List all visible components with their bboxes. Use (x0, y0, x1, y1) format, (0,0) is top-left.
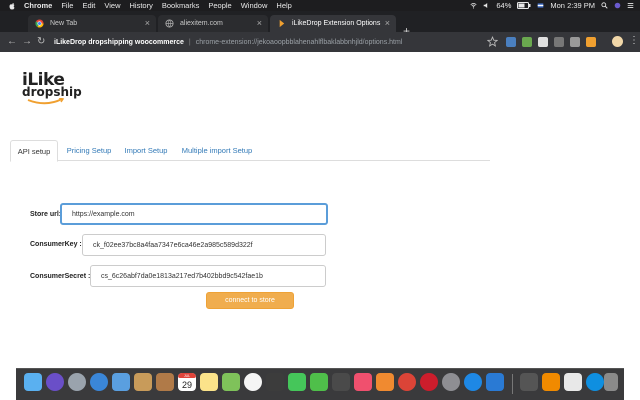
close-icon[interactable]: × (257, 18, 262, 28)
reload-icon[interactable]: ↻ (37, 36, 45, 48)
close-icon[interactable]: × (385, 18, 390, 28)
logo-word-dropship: dropship (22, 85, 82, 99)
tab-title: iLikeDrop Extension Options (292, 20, 381, 27)
menu-help[interactable]: Help (276, 1, 291, 10)
menu-app-name[interactable]: Chrome (24, 1, 52, 10)
menu-view[interactable]: View (104, 1, 120, 10)
consumer-key-label: ConsumerKey : (30, 241, 82, 248)
flag-icon[interactable] (537, 2, 544, 9)
settings-tabs: API setup Pricing Setup Import Setup Mul… (10, 140, 490, 162)
siri-dock-icon[interactable] (46, 373, 64, 391)
photos-icon[interactable] (244, 373, 262, 391)
menu-people[interactable]: People (208, 1, 231, 10)
site-name: iLikeDrop dropshipping woocommerce (54, 38, 184, 46)
menu-bar: Chrome File Edit View History Bookmarks … (0, 0, 640, 11)
close-icon[interactable]: × (145, 18, 150, 28)
connect-to-store-button[interactable]: connect to store (206, 292, 294, 309)
menu-file[interactable]: File (61, 1, 73, 10)
globe-icon (165, 19, 174, 28)
document-icon[interactable] (564, 373, 582, 391)
app-store-icon[interactable] (464, 373, 482, 391)
address-separator: | (188, 38, 191, 46)
spotlight-icon[interactable] (601, 2, 608, 9)
back-arrow-icon[interactable]: ← (7, 36, 17, 48)
vscode-icon[interactable] (486, 373, 504, 391)
menu-kebab-icon[interactable]: ⋮ (629, 36, 639, 46)
dock: JUL 29 (16, 368, 624, 400)
profile-avatar[interactable] (612, 36, 623, 47)
chrome-icon (35, 19, 44, 28)
opera-icon[interactable] (420, 373, 438, 391)
tab-api-setup[interactable]: API setup (10, 140, 58, 162)
tab-title: aliexitem.com (180, 20, 223, 27)
downloads-icon[interactable] (520, 373, 538, 391)
bookmark-star-icon[interactable] (487, 36, 498, 47)
chrome-dock-icon[interactable] (398, 373, 416, 391)
battery-percent: 64% (496, 1, 512, 10)
dock-separator (512, 374, 513, 394)
contacts-icon[interactable] (134, 373, 152, 391)
consumer-secret-label: ConsumerSecret : (30, 273, 91, 280)
consumer-secret-input[interactable]: cs_6c26abf7da0e1813a217ed7b402bbd9c542fa… (90, 265, 326, 287)
vlc-icon[interactable] (542, 373, 560, 391)
finder-icon[interactable] (24, 373, 42, 391)
consumer-key-input[interactable]: ck_f02ee37bc8a4faa7347e6ca46e2a985c589d3… (82, 234, 326, 256)
ilikedrop-icon (279, 19, 285, 28)
forward-arrow-icon[interactable]: → (22, 36, 32, 48)
browser-tab-new-tab[interactable]: New Tab × (28, 15, 156, 32)
logo-smile-icon (27, 98, 65, 105)
maps-icon[interactable] (222, 373, 240, 391)
calendar-icon[interactable]: JUL 29 (178, 373, 196, 391)
messages-icon[interactable] (310, 373, 328, 391)
facetime-icon[interactable] (266, 373, 284, 391)
safari-icon[interactable] (90, 373, 108, 391)
ilikedrop-logo: iLike dropship (20, 70, 82, 110)
browser-toolbar: ← → ↻ iLikeDrop dropshipping woocommerce… (0, 32, 640, 52)
tab-title: New Tab (50, 20, 78, 27)
tab-import-setup[interactable]: Import Setup (120, 140, 172, 161)
extension-icon[interactable] (538, 37, 548, 47)
notes-brown-icon[interactable] (156, 373, 174, 391)
browser-tab-ilikedrop-options[interactable]: iLikeDrop Extension Options × (270, 15, 396, 32)
clock[interactable]: Mon 2:39 PM (550, 1, 595, 10)
store-url-input[interactable]: https://example.com (60, 203, 328, 225)
tab-pricing-setup[interactable]: Pricing Setup (62, 140, 116, 161)
volume-icon[interactable] (483, 2, 490, 9)
menu-history[interactable]: History (130, 1, 153, 10)
siri-icon[interactable] (614, 2, 621, 9)
browser-tab-aliexitem[interactable]: aliexitem.com × (158, 15, 268, 32)
menu-bookmarks[interactable]: Bookmarks (162, 1, 200, 10)
calendar-month: JUL (184, 374, 190, 378)
ilikedrop-extension-icon[interactable] (586, 37, 596, 47)
menu-edit[interactable]: Edit (82, 1, 95, 10)
facetime-green-icon[interactable] (288, 373, 306, 391)
trash-icon[interactable] (604, 373, 618, 391)
extension-icon[interactable] (522, 37, 532, 47)
numbers-icon[interactable] (332, 373, 350, 391)
url-text: chrome-extension://jekoaoopbblahenahlflb… (195, 38, 403, 46)
extension-icon[interactable] (554, 37, 564, 47)
battery-icon[interactable] (517, 2, 531, 9)
books-icon[interactable] (376, 373, 394, 391)
calendar-day: 29 (182, 380, 192, 390)
extension-icon[interactable] (570, 37, 580, 47)
tab-strip: New Tab × aliexitem.com × iLikeDrop Exte… (0, 11, 640, 38)
address-bar[interactable]: iLikeDrop dropshipping woocommerce | chr… (54, 35, 402, 49)
apple-icon[interactable] (8, 2, 16, 10)
music-icon[interactable] (354, 373, 372, 391)
teamviewer-icon[interactable] (586, 373, 604, 391)
mail-icon[interactable] (112, 373, 130, 391)
menu-window[interactable]: Window (241, 1, 268, 10)
store-url-label: Store url: (30, 211, 62, 218)
launchpad-icon[interactable] (68, 373, 86, 391)
extension-icon[interactable] (506, 37, 516, 47)
stickies-icon[interactable] (200, 373, 218, 391)
tab-multiple-import-setup[interactable]: Multiple import Setup (176, 140, 258, 161)
system-preferences-icon[interactable] (442, 373, 460, 391)
wifi-icon[interactable] (470, 2, 477, 9)
notification-center-icon[interactable] (627, 2, 634, 9)
